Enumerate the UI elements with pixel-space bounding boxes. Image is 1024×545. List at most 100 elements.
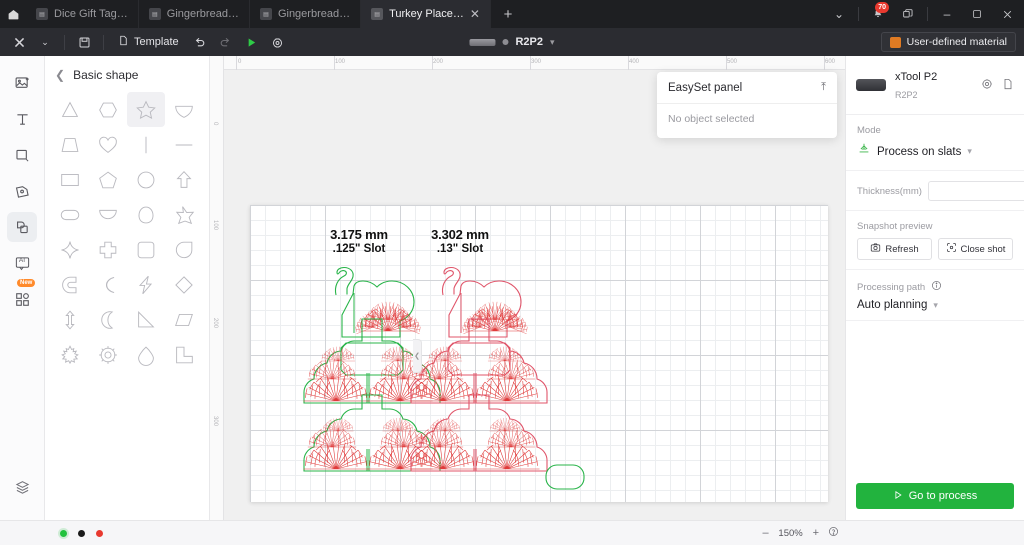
chevron-left-icon[interactable]: ❮ xyxy=(55,68,65,82)
notifications-bell-icon[interactable]: 70 xyxy=(863,0,893,28)
chevron-down-icon[interactable]: ⌄ xyxy=(824,0,854,28)
layers-icon[interactable] xyxy=(7,472,37,502)
copy-windows-icon[interactable] xyxy=(893,0,923,28)
machine-thumbnail-icon xyxy=(469,38,496,46)
question-icon[interactable] xyxy=(828,526,839,540)
close-button[interactable] xyxy=(992,0,1022,28)
shape-rectangle[interactable] xyxy=(51,162,89,197)
file-icon[interactable] xyxy=(1002,78,1014,93)
go-to-process-button[interactable]: Go to process xyxy=(856,483,1014,509)
info-icon[interactable] xyxy=(931,280,942,294)
new-tab-button[interactable]: + xyxy=(491,0,525,28)
shape-parallelogram[interactable] xyxy=(165,302,203,337)
tab-0[interactable]: ▤ Dice Gift Tag… xyxy=(26,0,139,28)
tab-1[interactable]: ▤ Gingerbread… xyxy=(139,0,250,28)
rail-item-pen[interactable] xyxy=(7,176,37,206)
shape-hexagon[interactable] xyxy=(89,92,127,127)
chevron-down-icon[interactable]: ▾ xyxy=(967,146,972,157)
material-button[interactable]: User-defined material xyxy=(880,32,1016,52)
shape-heart[interactable] xyxy=(89,127,127,162)
play-icon[interactable] xyxy=(241,31,263,53)
tab-3-active[interactable]: ▤ Turkey Place… ✕ xyxy=(361,0,491,28)
mode-label: Mode xyxy=(857,125,881,136)
shape-double-arrow[interactable] xyxy=(51,302,89,337)
rail-item-image[interactable] xyxy=(7,68,37,98)
frame-icon xyxy=(946,242,957,256)
shape-arrow-up[interactable] xyxy=(165,162,203,197)
logo-dropdown-caret-icon[interactable]: ⌄ xyxy=(34,31,56,53)
chevron-down-icon[interactable]: ▾ xyxy=(933,300,938,311)
shape-half-circle[interactable] xyxy=(89,197,127,232)
shape-circle[interactable] xyxy=(127,162,165,197)
document-icon xyxy=(118,35,129,49)
xtool-logo-icon[interactable] xyxy=(8,31,30,53)
tab-2[interactable]: ▤ Gingerbread… xyxy=(250,0,362,28)
thickness-section: Thickness(mm) xyxy=(846,171,1024,211)
home-icon[interactable] xyxy=(0,0,26,28)
status-dot-black[interactable] xyxy=(78,529,85,537)
shape-stadium[interactable] xyxy=(51,197,89,232)
panel-collapse-handle[interactable]: ❮ xyxy=(413,339,422,373)
rail-item-rectangle[interactable] xyxy=(7,140,37,170)
shape-right-triangle[interactable] xyxy=(127,302,165,337)
undo-icon[interactable] xyxy=(189,31,211,53)
shape-horizontal-line[interactable] xyxy=(165,127,203,162)
device-header[interactable]: xTool P2 R2P2 xyxy=(846,56,1024,115)
shape-crescent-c[interactable] xyxy=(51,267,89,302)
shape-triangle[interactable] xyxy=(51,92,89,127)
save-icon[interactable] xyxy=(73,31,95,53)
shape-trapezoid[interactable] xyxy=(51,127,89,162)
shape-maple-leaf[interactable] xyxy=(51,337,89,372)
zoom-in-button[interactable]: + xyxy=(813,527,819,539)
easyset-title: EasySet panel xyxy=(668,81,743,94)
rail-item-shapes[interactable] xyxy=(7,212,37,242)
shape-star[interactable] xyxy=(127,92,165,127)
status-dot-red[interactable] xyxy=(96,529,103,537)
shape-fan[interactable] xyxy=(165,92,203,127)
shape-pentagon[interactable] xyxy=(89,162,127,197)
collapse-icon[interactable]: ⤒ xyxy=(821,81,826,94)
camera-icon[interactable] xyxy=(267,31,289,53)
shape-crescent-moon[interactable] xyxy=(89,302,127,337)
ruler-horizontal[interactable]: 0 0 100 200 300 400 500 600 xyxy=(210,56,845,70)
shape-four-point-star[interactable] xyxy=(51,232,89,267)
divider xyxy=(103,34,104,50)
zoom-out-button[interactable]: – xyxy=(762,527,768,539)
tab-close-icon[interactable]: ✕ xyxy=(470,8,480,20)
chevron-down-icon[interactable]: ▾ xyxy=(550,37,555,48)
minimize-button[interactable]: – xyxy=(932,0,962,28)
gear-icon[interactable] xyxy=(981,78,993,93)
shape-moon-c[interactable] xyxy=(89,267,127,302)
rail-item-ai[interactable]: AI xyxy=(7,248,37,278)
shape-l-shape[interactable] xyxy=(165,337,203,372)
shape-six-point-star[interactable] xyxy=(165,197,203,232)
rail-item-apps[interactable]: New xyxy=(7,279,37,314)
machine-selector[interactable]: R2P2 ▾ xyxy=(469,36,555,48)
redo-icon[interactable] xyxy=(215,31,237,53)
shape-diamond[interactable] xyxy=(165,267,203,302)
ruler-vertical[interactable]: 0 100 200 300 xyxy=(210,56,224,520)
mode-section: Mode Process on slats ▾ xyxy=(846,115,1024,171)
shape-lightning[interactable] xyxy=(127,267,165,302)
maximize-button[interactable] xyxy=(962,0,992,28)
shape-egg[interactable] xyxy=(127,197,165,232)
easyset-panel[interactable]: EasySet panel ⤒ No object selected xyxy=(657,72,837,138)
artboard[interactable]: 3.175 mm .125" Slot 3.302 mm .13" Slot xyxy=(250,205,828,502)
mode-selector[interactable]: Process on slats ▾ xyxy=(857,142,1013,161)
rail-item-text[interactable] xyxy=(7,104,37,134)
shape-cross[interactable] xyxy=(89,232,127,267)
path-selector[interactable]: Auto planning ▾ xyxy=(857,299,1013,311)
tool-rail: AI New xyxy=(0,56,45,520)
shape-dome[interactable] xyxy=(127,337,165,372)
shape-gear[interactable] xyxy=(89,337,127,372)
refresh-button[interactable]: Refresh xyxy=(857,238,932,260)
design-vectors[interactable] xyxy=(250,205,828,502)
shape-rounded-square[interactable] xyxy=(127,232,165,267)
canvas-area[interactable]: ❮ 0 0 100 200 300 400 500 600 xyxy=(210,56,845,520)
shape-teardrop[interactable] xyxy=(165,232,203,267)
close-shot-button[interactable]: Close shot xyxy=(938,238,1013,260)
thickness-input[interactable] xyxy=(927,181,1024,201)
template-button[interactable]: Template xyxy=(112,31,185,53)
status-dot-green[interactable] xyxy=(60,529,67,537)
shape-vertical-line[interactable] xyxy=(127,127,165,162)
